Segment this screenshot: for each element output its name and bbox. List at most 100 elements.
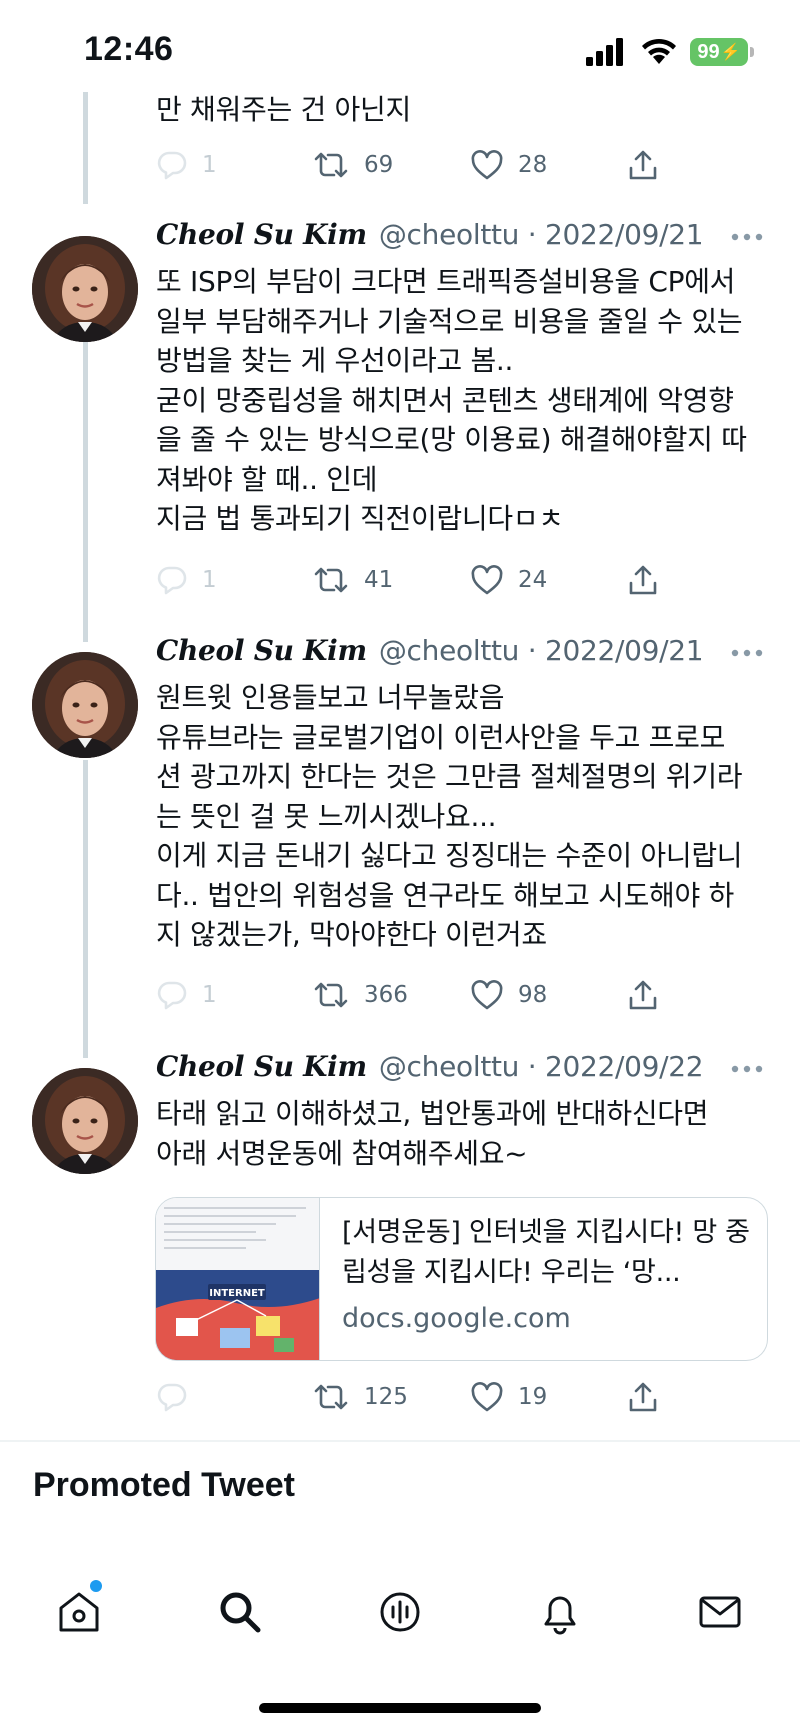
retweet-button[interactable]: 69 (312, 143, 393, 187)
tab-notifications[interactable] (532, 1584, 588, 1640)
tweet-actions: 125 19 (156, 1375, 776, 1419)
avatar[interactable] (32, 236, 138, 342)
more-options-icon[interactable] (730, 232, 764, 242)
like-count: 28 (518, 152, 548, 178)
tweet-date: 2022/09/21 (544, 218, 704, 251)
retweet-count: 125 (364, 1384, 408, 1410)
reply-icon (157, 151, 187, 180)
reply-count: 1 (202, 982, 217, 1008)
reply-button[interactable] (156, 1375, 202, 1419)
heart-icon (471, 1382, 503, 1412)
tweet-actions: 1 69 28 (156, 143, 776, 187)
tab-messages[interactable] (692, 1584, 748, 1640)
retweet-icon (314, 152, 348, 178)
author-handle-date[interactable]: @cheolttu · 2022/09/22 (378, 1050, 704, 1083)
avatar-portrait-icon (32, 1068, 138, 1174)
battery-tip (750, 47, 754, 57)
tab-search[interactable] (212, 1584, 268, 1640)
reply-icon (157, 1383, 187, 1412)
thread-line (83, 760, 88, 1058)
promoted-tweet-heading: Promoted Tweet (33, 1466, 295, 1504)
home-icon (59, 1592, 99, 1632)
meta-separator: · (519, 634, 545, 667)
retweet-button[interactable]: 366 (312, 973, 408, 1017)
author-handle: @cheolttu (378, 218, 520, 251)
reply-count: 1 (202, 152, 217, 178)
share-icon (629, 150, 657, 180)
status-time: 12:46 (84, 30, 174, 68)
author-name[interactable]: Cheol Su Kim (156, 218, 367, 251)
author-handle-date[interactable]: @cheolttu · 2022/09/21 (378, 218, 704, 251)
heart-icon (471, 565, 503, 595)
meta-separator: · (519, 1050, 545, 1083)
retweet-icon (314, 982, 348, 1008)
tweet-actions: 1 366 98 (156, 973, 776, 1017)
share-button[interactable] (626, 143, 660, 187)
retweet-count: 366 (364, 982, 408, 1008)
like-count: 19 (518, 1384, 548, 1410)
retweet-icon (314, 1384, 348, 1410)
thread-line (83, 322, 88, 642)
like-button[interactable]: 19 (470, 1375, 547, 1419)
link-card-title: [서명운동] 인터넷을 지킵시다! 망 중립성을 지킵시다! 우리는 ‘망... (342, 1217, 750, 1288)
author-name[interactable]: Cheol Su Kim (156, 1050, 367, 1083)
home-indicator[interactable] (259, 1703, 541, 1713)
home-notification-dot (90, 1580, 102, 1592)
reply-icon (157, 981, 187, 1010)
status-bar: 12:46 99 ⚡ (0, 0, 800, 100)
more-options-icon[interactable] (730, 648, 764, 658)
tweet-text: 원트윗 인용들보고 너무놀랐음 유튜브라는 글로벌기업이 이런사안을 두고 프로… (156, 681, 743, 951)
heart-icon (471, 150, 503, 180)
author-handle-date[interactable]: @cheolttu · 2022/09/21 (378, 634, 704, 667)
tab-home[interactable] (51, 1584, 107, 1640)
reply-button[interactable]: 1 (156, 973, 217, 1017)
share-button[interactable] (626, 558, 660, 602)
like-count: 24 (518, 567, 548, 593)
tweet-text: 타래 읽고 이해하셨고, 법안통과에 반대하신다면 아래 서명운동에 참여해주세… (156, 1097, 709, 1170)
share-button[interactable] (626, 973, 660, 1017)
heart-icon (471, 980, 503, 1010)
tweet-actions: 1 41 24 (156, 558, 776, 602)
author-handle: @cheolttu (378, 634, 520, 667)
retweet-count: 69 (364, 152, 394, 178)
section-divider (0, 1440, 800, 1442)
tweet-date: 2022/09/21 (544, 634, 704, 667)
link-card-thumbnail: INTERNET (156, 1198, 320, 1360)
retweet-button[interactable]: 41 (312, 558, 393, 602)
messages-icon (699, 1596, 741, 1628)
retweet-count: 41 (364, 567, 394, 593)
like-button[interactable]: 24 (470, 558, 547, 602)
tweet-header: Cheol Su Kim @cheolttu · 2022/09/22 (156, 1050, 704, 1090)
reply-button[interactable]: 1 (156, 558, 217, 602)
like-button[interactable]: 98 (470, 973, 547, 1017)
link-card-domain: docs.google.com (342, 1303, 571, 1334)
notifications-icon (544, 1596, 576, 1635)
battery-level: 99 (697, 40, 720, 63)
tab-spaces[interactable] (372, 1584, 428, 1640)
avatar[interactable] (32, 652, 138, 758)
reply-icon (157, 566, 187, 595)
tweet-header: Cheol Su Kim @cheolttu · 2022/09/21 (156, 218, 704, 258)
share-button[interactable] (626, 1375, 660, 1419)
meta-separator: · (519, 218, 545, 251)
more-options-icon[interactable] (730, 1064, 764, 1074)
like-button[interactable]: 28 (470, 143, 547, 187)
tweet-text: 만 채워주는 건 아닌지 (156, 93, 411, 126)
spaces-icon (380, 1592, 420, 1632)
author-name[interactable]: Cheol Su Kim (156, 634, 367, 667)
avatar[interactable] (32, 1068, 138, 1174)
retweet-icon (314, 567, 348, 593)
tweet-date: 2022/09/22 (544, 1050, 704, 1083)
avatar-portrait-icon (32, 652, 138, 758)
author-handle: @cheolttu (378, 1050, 520, 1083)
retweet-button[interactable]: 125 (312, 1375, 408, 1419)
thread-line (83, 92, 88, 204)
wifi-icon (642, 38, 676, 64)
share-icon (629, 980, 657, 1010)
internet-illustration-icon: INTERNET (156, 1198, 319, 1360)
link-card[interactable]: INTERNET [서명운동] 인터넷을 지킵시다! 망 중립성을 지킵시다! … (155, 1197, 768, 1361)
like-count: 98 (518, 982, 548, 1008)
thumb-label: INTERNET (209, 1288, 265, 1299)
reply-button[interactable]: 1 (156, 143, 217, 187)
cellular-signal-icon (586, 38, 623, 66)
